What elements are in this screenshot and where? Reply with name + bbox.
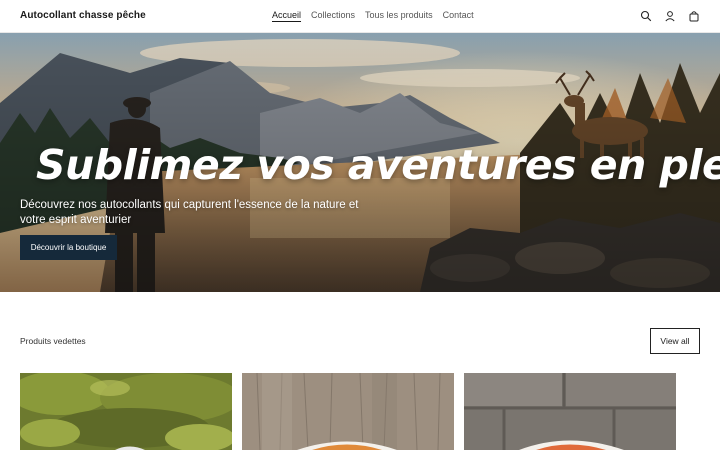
product-image[interactable] — [464, 373, 676, 450]
hero-title: Sublimez vos aventures en plein air — [36, 141, 720, 189]
hero-banner: Sublimez vos aventures en plein air Déco… — [0, 33, 720, 292]
product-image[interactable] — [242, 373, 454, 450]
view-all-button[interactable]: View all — [650, 328, 700, 354]
product-card[interactable] — [242, 373, 454, 450]
nav-item-accueil[interactable]: Accueil — [272, 10, 301, 20]
shop-button[interactable]: Découvrir la boutique — [20, 235, 117, 260]
header-icons — [640, 10, 700, 22]
nav-item-tous-les-produits[interactable]: Tous les produits — [365, 10, 433, 20]
main-nav: Accueil Collections Tous les produits Co… — [272, 10, 474, 20]
brand-logo[interactable]: Autocollant chasse pêche — [20, 10, 146, 21]
cart-icon[interactable] — [688, 10, 700, 22]
product-card[interactable] — [20, 373, 232, 450]
nav-item-contact[interactable]: Contact — [443, 10, 474, 20]
hero-subtitle: Découvrez nos autocollants qui capturent… — [20, 199, 359, 226]
product-image[interactable] — [20, 373, 232, 450]
featured-title: Produits vedettes — [20, 336, 86, 346]
nav-item-collections[interactable]: Collections — [311, 10, 355, 20]
site-header: Autocollant chasse pêche Accueil Collect… — [0, 0, 720, 33]
product-card[interactable] — [464, 373, 676, 450]
account-icon[interactable] — [664, 10, 676, 22]
search-icon[interactable] — [640, 10, 652, 22]
